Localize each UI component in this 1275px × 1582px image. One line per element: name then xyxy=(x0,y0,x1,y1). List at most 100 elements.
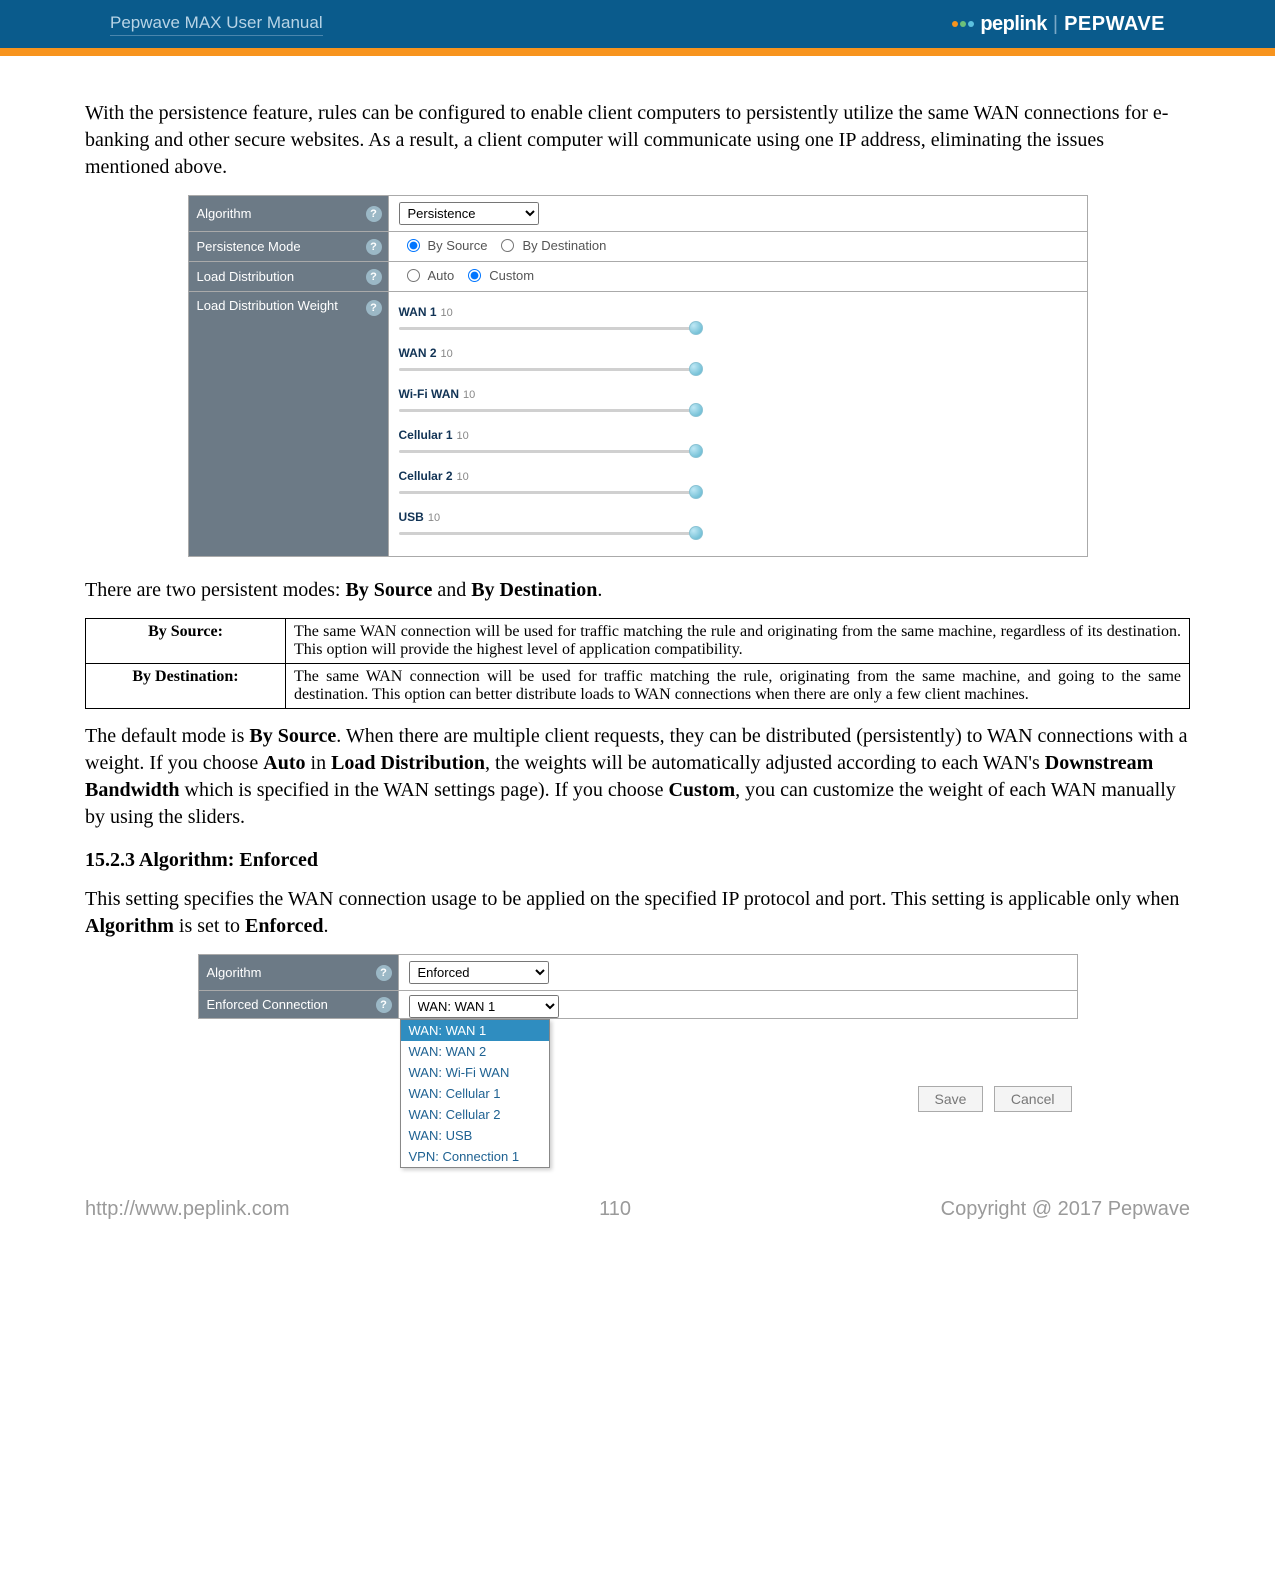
enforced-settings-block: Algorithm ? Enforced Enforced Connection… xyxy=(198,954,1078,1168)
default-mode-paragraph: The default mode is By Source. When ther… xyxy=(85,723,1190,831)
weight-name: WAN 1 xyxy=(399,305,437,319)
radio-label: Custom xyxy=(489,268,534,283)
slider-thumb-icon[interactable] xyxy=(689,321,703,335)
enforced-connection-select[interactable]: WAN: WAN 1 xyxy=(409,995,559,1018)
bold-text: Enforced xyxy=(245,915,324,937)
radio-label: Auto xyxy=(428,268,455,283)
bold-text: Load Distribution xyxy=(331,752,485,774)
slider-thumb-icon[interactable] xyxy=(689,362,703,376)
bold-text: By Destination xyxy=(471,579,597,601)
row-label-load-distribution: Load Distribution ? xyxy=(188,262,388,292)
text: The default mode is xyxy=(85,725,249,747)
help-icon[interactable]: ? xyxy=(366,300,382,316)
label-text: Algorithm xyxy=(197,206,252,221)
brand-logo: peplink | PEPWAVE xyxy=(952,13,1165,36)
slider-track xyxy=(399,409,699,412)
page-header: Pepwave MAX User Manual peplink | PEPWAV… xyxy=(0,0,1275,48)
brand-pepwave: PEPWAVE xyxy=(1064,13,1165,36)
page-content: With the persistence feature, rules can … xyxy=(0,56,1275,1261)
mode-name-cell: By Source: xyxy=(86,619,286,664)
persistence-settings-table: Algorithm ? Persistence Persistence Mode… xyxy=(188,195,1088,557)
text: is set to xyxy=(174,915,245,937)
row-label-weight: Load Distribution Weight ? xyxy=(188,292,388,557)
text: This setting specifies the WAN connectio… xyxy=(85,888,1179,910)
dot-icon xyxy=(952,21,958,27)
dropdown-option[interactable]: WAN: USB xyxy=(401,1125,549,1146)
manual-title: Pepwave MAX User Manual xyxy=(110,13,323,36)
weight-value: 10 xyxy=(463,389,475,401)
text: , the weights will be automatically adju… xyxy=(485,752,1045,774)
row-value-load-distribution: Auto Custom xyxy=(388,262,1087,292)
bold-text: Auto xyxy=(263,752,305,774)
row-value-algorithm: Enforced xyxy=(398,955,1077,991)
dropdown-option[interactable]: WAN: Cellular 2 xyxy=(401,1104,549,1125)
mode-desc-cell: The same WAN connection will be used for… xyxy=(286,664,1190,709)
dropdown-option[interactable]: WAN: Wi-Fi WAN xyxy=(401,1062,549,1083)
mode-desc-cell: The same WAN connection will be used for… xyxy=(286,619,1190,664)
weight-name: Cellular 1 xyxy=(399,428,453,442)
enforced-settings-table: Algorithm ? Enforced Enforced Connection… xyxy=(198,954,1078,1019)
enforced-lower-row: WAN: WAN 1WAN: WAN 2WAN: Wi-Fi WANWAN: C… xyxy=(198,1019,1078,1168)
dropdown-option[interactable]: WAN: WAN 1 xyxy=(401,1020,549,1041)
help-icon[interactable]: ? xyxy=(366,239,382,255)
algorithm-select[interactable]: Enforced xyxy=(409,961,549,984)
auto-radio[interactable] xyxy=(407,269,420,282)
text: and xyxy=(432,579,471,601)
slider-track xyxy=(399,491,699,494)
dropdown-option[interactable]: WAN: Cellular 1 xyxy=(401,1083,549,1104)
bold-text: By Source xyxy=(249,725,336,747)
text: which is specified in the WAN settings p… xyxy=(180,779,669,801)
accent-strip xyxy=(0,48,1275,56)
logo-dots xyxy=(952,21,974,27)
intro-paragraph: With the persistence feature, rules can … xyxy=(85,100,1190,181)
enforced-intro-paragraph: This setting specifies the WAN connectio… xyxy=(85,886,1190,940)
brand-divider: | xyxy=(1053,13,1058,36)
enforced-connection-dropdown[interactable]: WAN: WAN 1WAN: WAN 2WAN: Wi-Fi WANWAN: C… xyxy=(400,1019,550,1168)
weight-slider[interactable] xyxy=(399,323,699,333)
dropdown-option[interactable]: VPN: Connection 1 xyxy=(401,1146,549,1167)
text: . xyxy=(324,915,329,937)
modes-table: By Source: The same WAN connection will … xyxy=(85,618,1190,709)
bold-text: By Source xyxy=(345,579,432,601)
weight-value: 10 xyxy=(441,307,453,319)
cancel-button[interactable]: Cancel xyxy=(994,1086,1072,1112)
row-value-enforced-connection: WAN: WAN 1 xyxy=(398,991,1077,1019)
row-value-algorithm: Persistence xyxy=(388,196,1087,232)
page-footer: http://www.peplink.com 110 Copyright @ 2… xyxy=(85,1198,1190,1221)
weight-row: WAN 210 xyxy=(399,345,1077,374)
weight-slider[interactable] xyxy=(399,528,699,538)
slider-thumb-icon[interactable] xyxy=(689,403,703,417)
dropdown-option[interactable]: WAN: WAN 2 xyxy=(401,1041,549,1062)
weight-name: WAN 2 xyxy=(399,346,437,360)
save-button[interactable]: Save xyxy=(918,1086,984,1112)
footer-copyright: Copyright @ 2017 Pepwave xyxy=(941,1198,1190,1221)
label-text: Algorithm xyxy=(207,965,262,980)
custom-radio[interactable] xyxy=(468,269,481,282)
weight-slider[interactable] xyxy=(399,487,699,497)
help-icon[interactable]: ? xyxy=(376,997,392,1013)
row-label-algorithm: Algorithm ? xyxy=(188,196,388,232)
weight-name: Wi-Fi WAN xyxy=(399,387,460,401)
row-value-weight: WAN 110WAN 210Wi-Fi WAN10Cellular 110Cel… xyxy=(388,292,1087,557)
weight-slider[interactable] xyxy=(399,446,699,456)
help-icon[interactable]: ? xyxy=(366,269,382,285)
label-text: Persistence Mode xyxy=(197,239,301,254)
bold-text: Custom xyxy=(668,779,735,801)
row-label-algorithm: Algorithm ? xyxy=(198,955,398,991)
label-text: Load Distribution xyxy=(197,269,295,284)
row-value-persistence-mode: By Source By Destination xyxy=(388,232,1087,262)
by-source-radio[interactable] xyxy=(407,239,420,252)
slider-thumb-icon[interactable] xyxy=(689,444,703,458)
slider-track xyxy=(399,368,699,371)
weight-row: Cellular 110 xyxy=(399,427,1077,456)
row-label-persistence-mode: Persistence Mode ? xyxy=(188,232,388,262)
algorithm-select[interactable]: Persistence xyxy=(399,202,539,225)
brand-peplink: peplink xyxy=(980,13,1047,36)
weight-slider[interactable] xyxy=(399,364,699,374)
help-icon[interactable]: ? xyxy=(376,965,392,981)
by-destination-radio[interactable] xyxy=(501,239,514,252)
slider-thumb-icon[interactable] xyxy=(689,526,703,540)
help-icon[interactable]: ? xyxy=(366,206,382,222)
slider-thumb-icon[interactable] xyxy=(689,485,703,499)
weight-slider[interactable] xyxy=(399,405,699,415)
